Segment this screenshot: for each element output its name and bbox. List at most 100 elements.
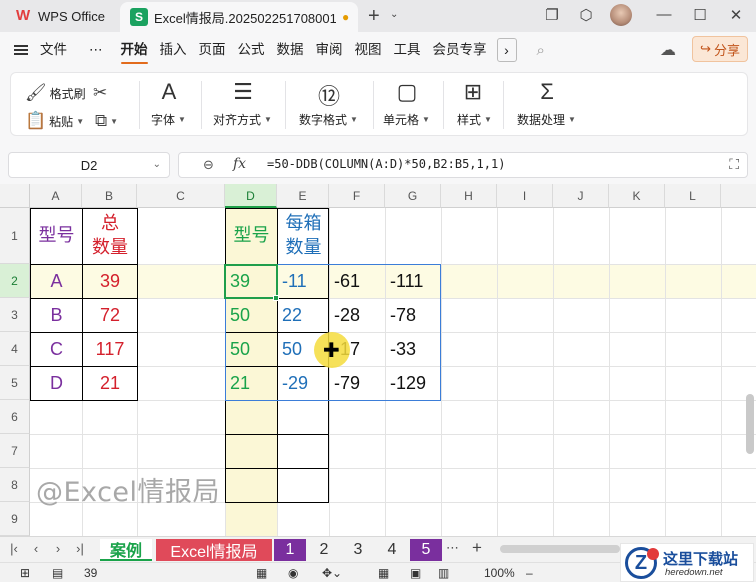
column-header-d[interactable]: D	[225, 184, 277, 208]
cell-a4[interactable]: C	[31, 333, 82, 366]
font-button[interactable]: 字体 ▼	[151, 111, 186, 128]
sheet-tab-2[interactable]: 2	[308, 539, 340, 561]
column-header-m[interactable]	[721, 184, 756, 208]
cloud-sync-icon[interactable]: ☁	[660, 40, 676, 60]
cell-g4[interactable]: -33	[386, 333, 441, 366]
avatar[interactable]	[610, 4, 632, 26]
cell-g2[interactable]: -111	[386, 265, 441, 298]
row-header-4[interactable]: 4	[0, 332, 30, 366]
row-header-7[interactable]: 7	[0, 434, 30, 468]
expand-icon[interactable]: ⛶	[729, 156, 739, 173]
fx-icon[interactable]: fx	[233, 156, 246, 172]
copy-button[interactable]: ⧉ ▼	[95, 111, 118, 131]
select-all-corner[interactable]	[0, 184, 30, 208]
cell-e1-line1[interactable]: 每箱	[278, 212, 329, 234]
close-icon[interactable]: ✕	[726, 6, 746, 24]
name-box[interactable]: D2 ⌄	[8, 152, 170, 178]
wps-home-tab[interactable]: W WPS Office	[6, 3, 114, 29]
cell-e3[interactable]: 22	[278, 299, 329, 332]
active-cell-selection[interactable]	[224, 264, 278, 299]
chevron-right-icon[interactable]: ›	[496, 38, 517, 62]
cell-d3[interactable]: 50	[226, 299, 277, 332]
menu-item-data[interactable]: 数据	[271, 32, 310, 68]
menu-item-insert[interactable]: 插入	[154, 32, 193, 68]
zoom-icon[interactable]: ⊖	[203, 157, 214, 173]
cell-d1[interactable]: 型号	[226, 224, 277, 246]
document-tab[interactable]: S Excel情报局.20250225170800135 ●	[120, 2, 358, 32]
formula-text[interactable]: =50-DDB(COLUMN(A:D)*50,B2:B5,1,1)	[267, 157, 505, 171]
search-icon[interactable]: ⌕	[537, 42, 545, 59]
hamburger-icon[interactable]	[14, 45, 28, 55]
first-sheet-icon[interactable]: |‹	[6, 541, 22, 556]
cell-b5[interactable]: 21	[83, 367, 137, 400]
cell-b3[interactable]: 72	[83, 299, 137, 332]
cell-f5[interactable]: -79	[330, 367, 385, 400]
cell-g5[interactable]: -129	[386, 367, 441, 400]
normal-view-icon[interactable]: ▦	[378, 566, 389, 580]
column-header-j[interactable]: J	[553, 184, 609, 208]
style-button[interactable]: 样式 ▼	[457, 111, 492, 128]
sheet-tab-5[interactable]: 5	[410, 539, 442, 561]
cell-b1-line1[interactable]: 总	[83, 212, 137, 234]
last-sheet-icon[interactable]: ›|	[72, 541, 88, 556]
cell-g3[interactable]: -78	[386, 299, 441, 332]
row-header-5[interactable]: 5	[0, 366, 30, 400]
add-sheet-button[interactable]: +	[472, 538, 482, 558]
next-sheet-icon[interactable]: ›	[50, 541, 66, 556]
fill-handle[interactable]	[273, 295, 279, 301]
more-sheets-button[interactable]: ⋯	[446, 540, 459, 556]
menu-item-member[interactable]: 会员专享	[427, 32, 493, 68]
status-calc-icon[interactable]: ▦	[256, 566, 267, 580]
cell-b2[interactable]: 39	[83, 265, 137, 298]
cell-a1[interactable]: 型号	[31, 224, 82, 246]
menu-item-home[interactable]: 开始	[115, 32, 154, 68]
cell-a2[interactable]: A	[31, 265, 82, 298]
align-button[interactable]: 对齐方式 ▼	[213, 111, 272, 128]
data-process-button[interactable]: 数据处理 ▼	[517, 111, 576, 128]
prev-sheet-icon[interactable]: ‹	[28, 541, 44, 556]
new-tab-icon[interactable]: +	[368, 5, 380, 28]
sheet-tab-excel[interactable]: Excel情报局	[156, 539, 272, 561]
menu-item-tools[interactable]: 工具	[388, 32, 427, 68]
minimize-icon[interactable]: —	[654, 6, 674, 23]
horizontal-scrollbar[interactable]	[500, 545, 620, 553]
cell-button[interactable]: 单元格 ▼	[383, 111, 430, 128]
status-doc-icon[interactable]: ▤	[52, 566, 63, 580]
row-header-9[interactable]: 9	[0, 502, 30, 536]
cell-e2[interactable]: -11	[278, 265, 329, 298]
row-header-8[interactable]: 8	[0, 468, 30, 502]
cell-b1-line2[interactable]: 数量	[83, 236, 137, 258]
number-format-button[interactable]: 数字格式 ▼	[299, 111, 358, 128]
row-header-1[interactable]: 1	[0, 208, 30, 264]
sheet-tab-1[interactable]: 1	[274, 539, 306, 561]
menu-file[interactable]: 文件	[34, 32, 73, 68]
cell-f2[interactable]: -61	[330, 265, 385, 298]
row-header-3[interactable]: 3	[0, 298, 30, 332]
sheet-tab-case[interactable]: 案例	[100, 539, 152, 561]
row-header-2[interactable]: 2	[0, 264, 30, 298]
cell-b4[interactable]: 117	[83, 333, 137, 366]
eye-icon[interactable]: ◉	[288, 566, 298, 580]
window-restore-icon[interactable]: ❐	[542, 6, 562, 24]
status-grid-icon[interactable]: ⊞	[20, 566, 30, 580]
spreadsheet-grid[interactable]: A B C D E F G H I J K L 1 2 3 4 5 6 7 8 …	[0, 184, 756, 536]
chevron-down-icon[interactable]: ⌄	[153, 159, 161, 170]
column-header-l[interactable]: L	[665, 184, 721, 208]
scissors-icon[interactable]: ✂	[93, 83, 107, 103]
cell-a5[interactable]: D	[31, 367, 82, 400]
cell-d5[interactable]: 21	[226, 367, 277, 400]
column-header-f[interactable]: F	[329, 184, 385, 208]
row-header-6[interactable]: 6	[0, 400, 30, 434]
cube-icon[interactable]: ⬡	[576, 6, 596, 24]
column-header-i[interactable]: I	[497, 184, 553, 208]
sheet-tab-4[interactable]: 4	[376, 539, 408, 561]
cell-e5[interactable]: -29	[278, 367, 329, 400]
cell-a3[interactable]: B	[31, 299, 82, 332]
column-header-h[interactable]: H	[441, 184, 497, 208]
menu-item-view[interactable]: 视图	[349, 32, 388, 68]
cell-f3[interactable]: -28	[330, 299, 385, 332]
zoom-level[interactable]: 100%	[484, 566, 515, 580]
column-header-a[interactable]: A	[30, 184, 82, 208]
cell-e1-line2[interactable]: 数量	[278, 236, 329, 258]
column-header-c[interactable]: C	[137, 184, 225, 208]
